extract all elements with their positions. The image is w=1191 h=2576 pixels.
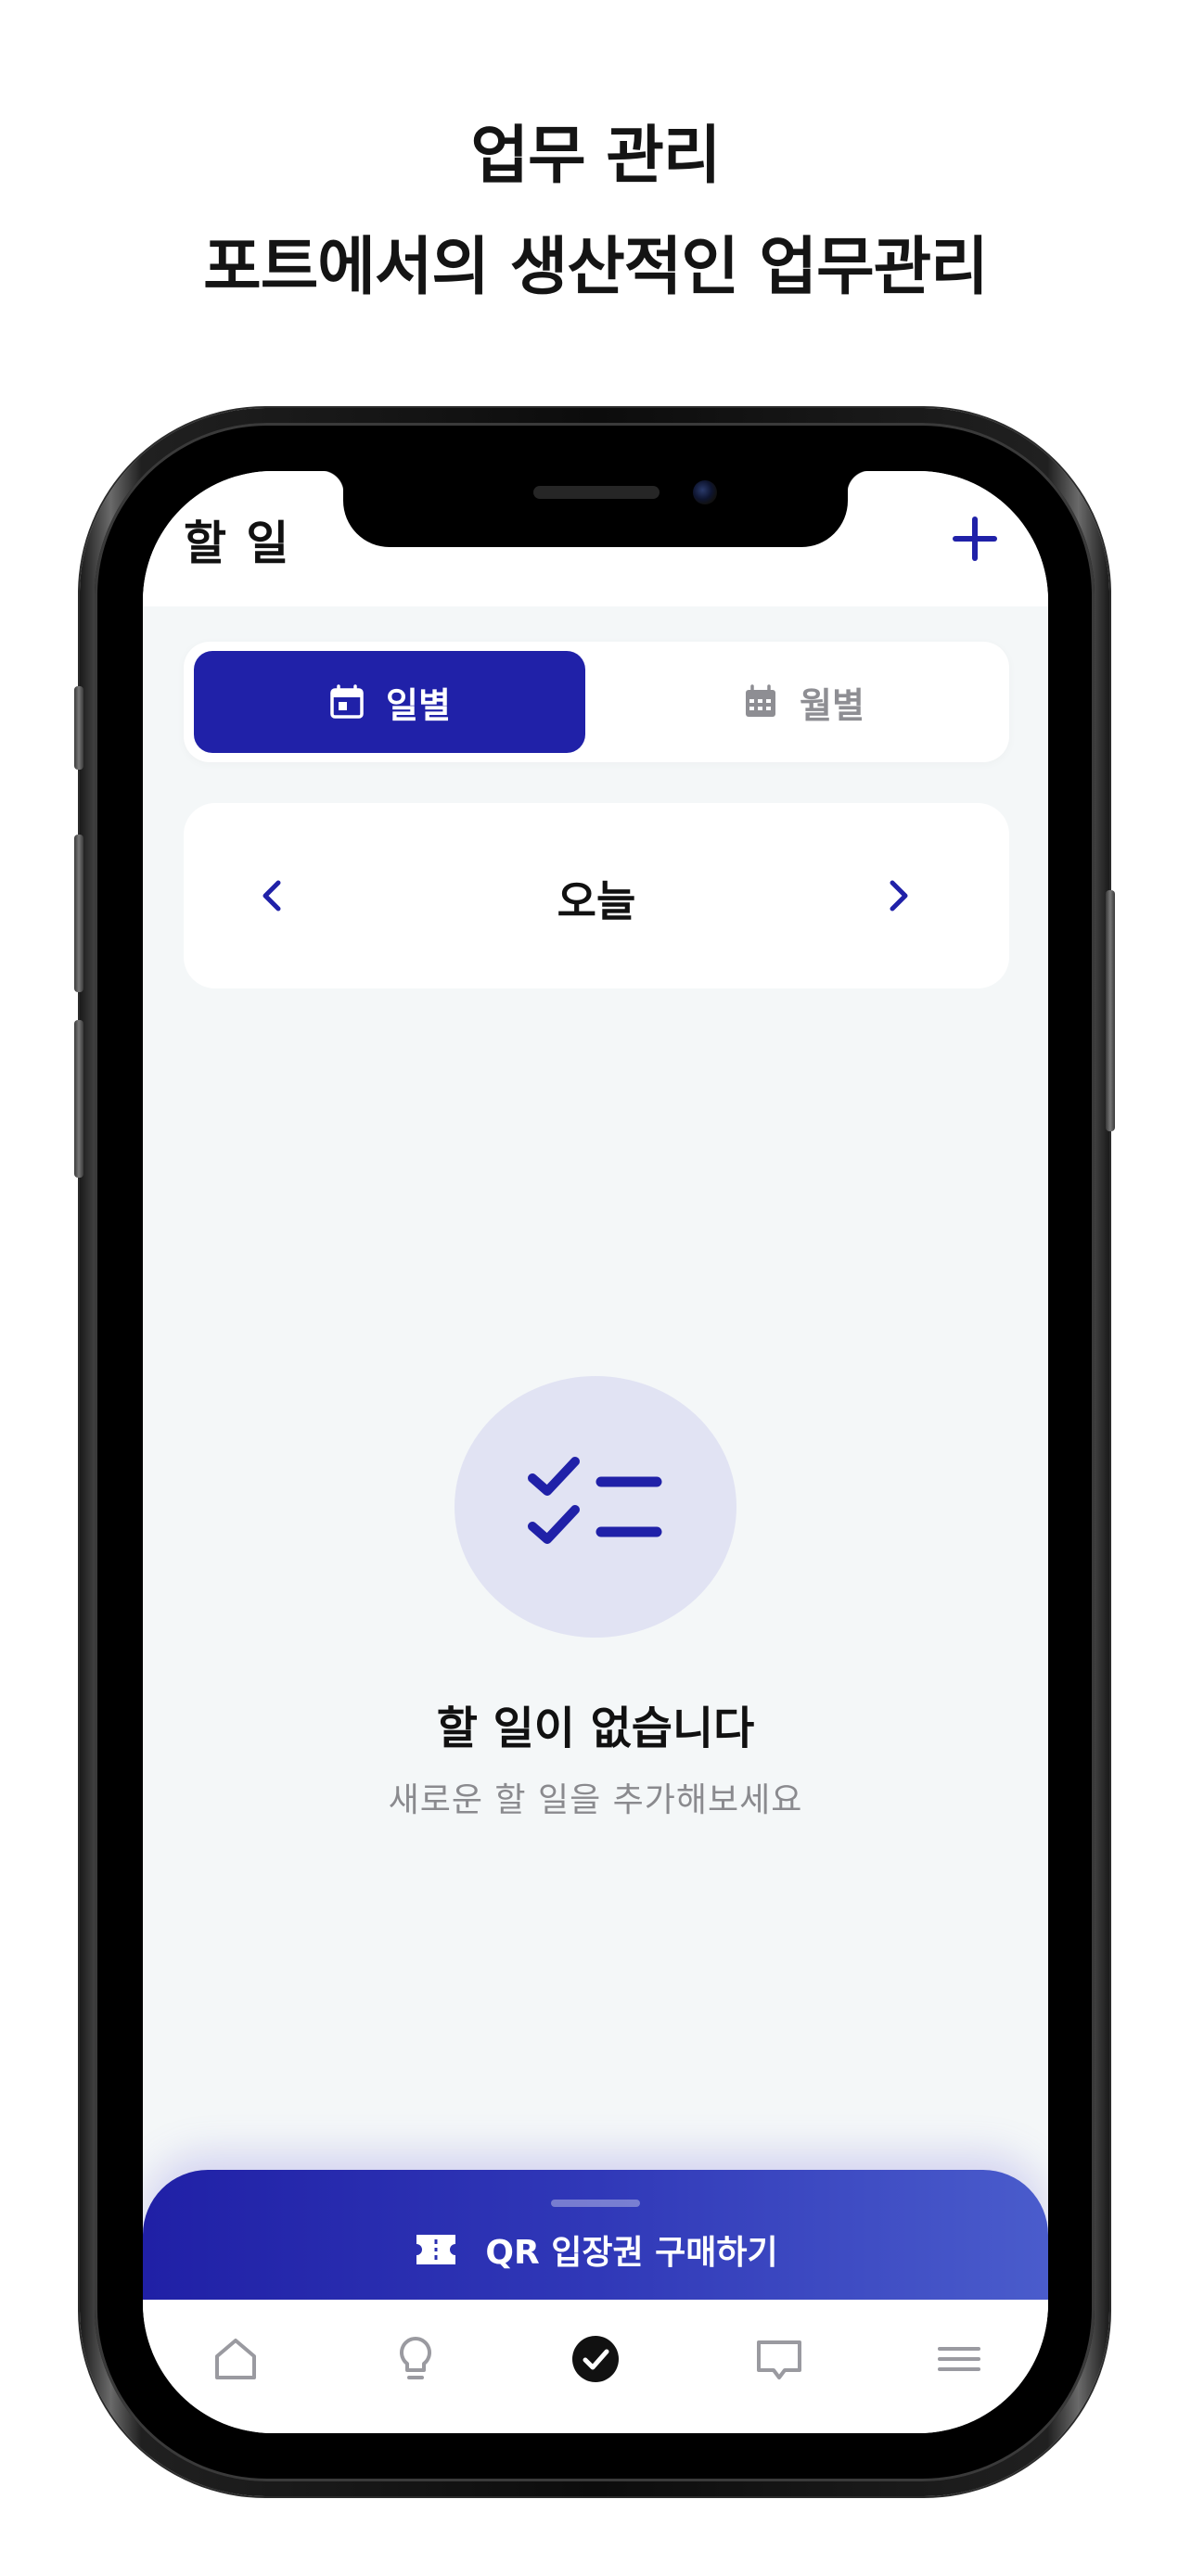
empty-state-illustration xyxy=(455,1376,736,1638)
lightbulb-icon xyxy=(400,2337,431,2379)
calendar-day-icon xyxy=(330,684,364,719)
next-day-button[interactable] xyxy=(868,866,928,925)
plus-icon xyxy=(953,516,997,561)
chevron-right-icon xyxy=(890,880,908,912)
tab-menu[interactable] xyxy=(931,2331,987,2387)
check-circle-icon xyxy=(572,2336,619,2382)
tab-daily-label: 일별 xyxy=(386,684,451,726)
phone-screen: 할 일 일별 월별 오늘 할 일이 없습니다 새로운 할 일을 추가해보세요 Q… xyxy=(143,471,1048,2433)
promo-subheadline: 포트에서의 생산적인 업무관리 xyxy=(203,231,989,304)
page-title: 할 일 xyxy=(184,516,291,570)
chat-icon xyxy=(757,2340,801,2379)
add-todo-button[interactable] xyxy=(942,506,1007,571)
drag-handle[interactable] xyxy=(551,2200,640,2207)
bottom-tab-bar xyxy=(143,2300,1048,2433)
volume-down-button xyxy=(74,1020,83,1178)
tab-monthly-label: 월별 xyxy=(800,684,864,726)
empty-state-title: 할 일이 없습니다 xyxy=(436,1702,755,1754)
qr-banner-content: QR 입장권 구매하기 xyxy=(143,2225,1048,2274)
volume-up-button xyxy=(74,835,83,992)
date-navigator: 오늘 xyxy=(184,803,1009,988)
home-icon xyxy=(215,2339,256,2379)
tab-monthly[interactable]: 월별 xyxy=(608,651,999,753)
tab-chat[interactable] xyxy=(751,2331,807,2387)
mute-switch xyxy=(74,686,83,770)
power-button xyxy=(1106,890,1115,1131)
empty-state-subtitle: 새로운 할 일을 추가해보세요 xyxy=(388,1781,803,1819)
menu-icon xyxy=(938,2347,980,2371)
phone-notch xyxy=(321,471,870,547)
qr-banner-label: QR 입장권 구매하기 xyxy=(485,2234,778,2272)
tab-ideas[interactable] xyxy=(388,2331,443,2387)
front-camera xyxy=(693,480,717,504)
tab-daily[interactable]: 일별 xyxy=(194,651,585,753)
tab-todo[interactable] xyxy=(568,2331,623,2387)
qr-ticket-banner[interactable]: QR 입장권 구매하기 xyxy=(143,2170,1048,2300)
tab-home[interactable] xyxy=(208,2331,263,2387)
calendar-month-icon xyxy=(746,684,776,717)
earpiece-speaker xyxy=(533,486,660,499)
view-toggle: 일별 월별 xyxy=(184,642,1009,762)
ticket-icon xyxy=(416,2235,456,2264)
checklist-icon xyxy=(528,1457,662,1544)
promo-headline: 업무 관리 xyxy=(470,120,722,193)
